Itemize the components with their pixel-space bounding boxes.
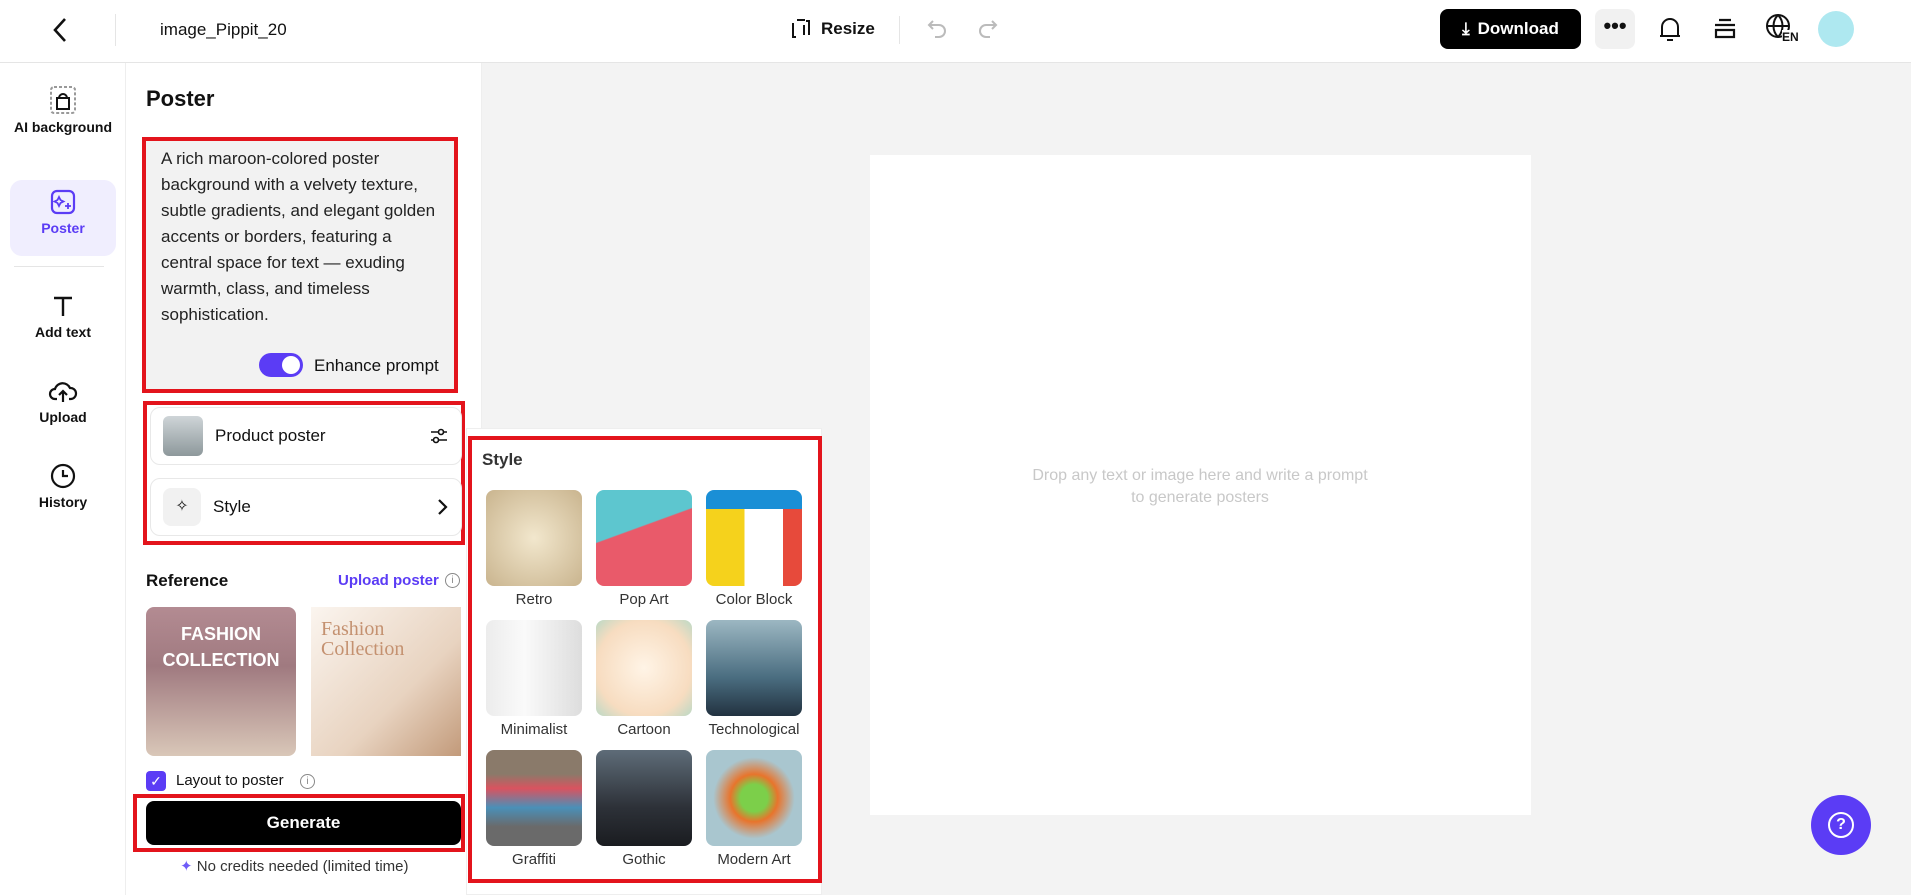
layout-to-poster-checkbox[interactable]: ✓ [146,771,166,791]
sparkle-icon: ✦ [180,858,193,875]
enhance-prompt-toggle[interactable] [259,353,303,377]
layout-to-poster-label: Layout to poster [176,772,284,789]
upload-poster-link[interactable]: Upload poster [338,572,439,589]
style-option-modern-art[interactable]: Modern Art [706,750,802,868]
tool-rail: AI background Poster Add text Upload His… [0,63,126,895]
sparkle-icon: ✧ [163,488,201,526]
reference-image-fashion-layout[interactable]: Fashion Collection [311,607,461,756]
download-icon: ⤓ [1462,19,1470,39]
help-button[interactable]: ? [1811,795,1871,855]
more-icon[interactable]: ••• [1595,9,1635,49]
language-label: EN [1782,30,1799,44]
help-icon: ? [1828,812,1854,838]
back-icon[interactable] [50,16,72,49]
rail-label: History [39,494,87,510]
language-button[interactable]: EN [1765,13,1791,42]
style-option-retro[interactable]: Retro [486,490,582,608]
style-option-color-block[interactable]: Color Block [706,490,802,608]
reference-image-fashion-collection[interactable]: FASHION COLLECTION [146,607,296,756]
clock-icon [49,462,77,490]
rail-item-history[interactable]: History [10,454,116,510]
rail-label: AI background [14,119,112,135]
product-poster-label: Product poster [215,426,429,446]
prompt-textarea[interactable]: A rich maroon-colored poster background … [161,146,446,328]
rail-label: Add text [35,324,91,340]
style-popup-title: Style [482,450,523,470]
bell-icon[interactable] [1657,15,1683,48]
divider [899,16,900,44]
style-label: Style [213,497,435,517]
product-poster-button[interactable]: Product poster [150,407,462,465]
avatar[interactable] [1818,11,1854,47]
product-thumbnail [163,416,203,456]
style-option-graffiti[interactable]: Graffiti [486,750,582,868]
style-option-cartoon[interactable]: Cartoon [596,620,692,738]
divider [14,266,104,267]
download-label: Download [1478,19,1559,39]
generate-button[interactable]: Generate [146,801,461,845]
settings-sliders-icon[interactable] [429,426,449,446]
style-option-pop-art[interactable]: Pop Art [596,490,692,608]
divider [115,14,116,46]
ai-background-icon [49,85,77,115]
top-bar: image_Pippit_20 Resize ⤓ Download ••• EN [0,0,1911,63]
info-icon[interactable]: i [300,774,315,789]
rail-item-upload[interactable]: Upload [10,369,116,425]
project-title[interactable]: image_Pippit_20 [160,20,287,40]
resize-button[interactable]: Resize [789,17,875,41]
style-option-technological[interactable]: Technological [706,620,802,738]
rail-label: Poster [41,220,85,236]
layers-icon[interactable] [1712,15,1738,48]
info-icon[interactable]: i [445,573,460,588]
rail-label: Upload [39,409,86,425]
reference-heading: Reference [146,571,228,591]
chevron-right-icon [435,497,449,517]
poster-icon [49,188,77,216]
resize-label: Resize [821,19,875,39]
rail-item-poster[interactable]: Poster [10,180,116,256]
panel-title: Poster [146,86,214,112]
credits-note: ✦ No credits needed (limited time) [180,857,409,875]
redo-icon[interactable] [976,17,1000,46]
resize-icon [789,17,813,41]
poster-canvas[interactable]: Drop any text or image here and write a … [870,155,1531,815]
style-option-minimalist[interactable]: Minimalist [486,620,582,738]
canvas-hint: Drop any text or image here and write a … [1030,465,1370,509]
style-button[interactable]: ✧ Style [150,478,462,536]
style-option-gothic[interactable]: Gothic [596,750,692,868]
undo-icon[interactable] [925,17,949,46]
download-button[interactable]: ⤓ Download [1440,9,1581,49]
rail-item-ai-background[interactable]: AI background [10,77,116,135]
text-icon [49,292,77,320]
rail-item-add-text[interactable]: Add text [10,284,116,340]
upload-cloud-icon [48,377,78,405]
enhance-prompt-label: Enhance prompt [314,356,439,376]
